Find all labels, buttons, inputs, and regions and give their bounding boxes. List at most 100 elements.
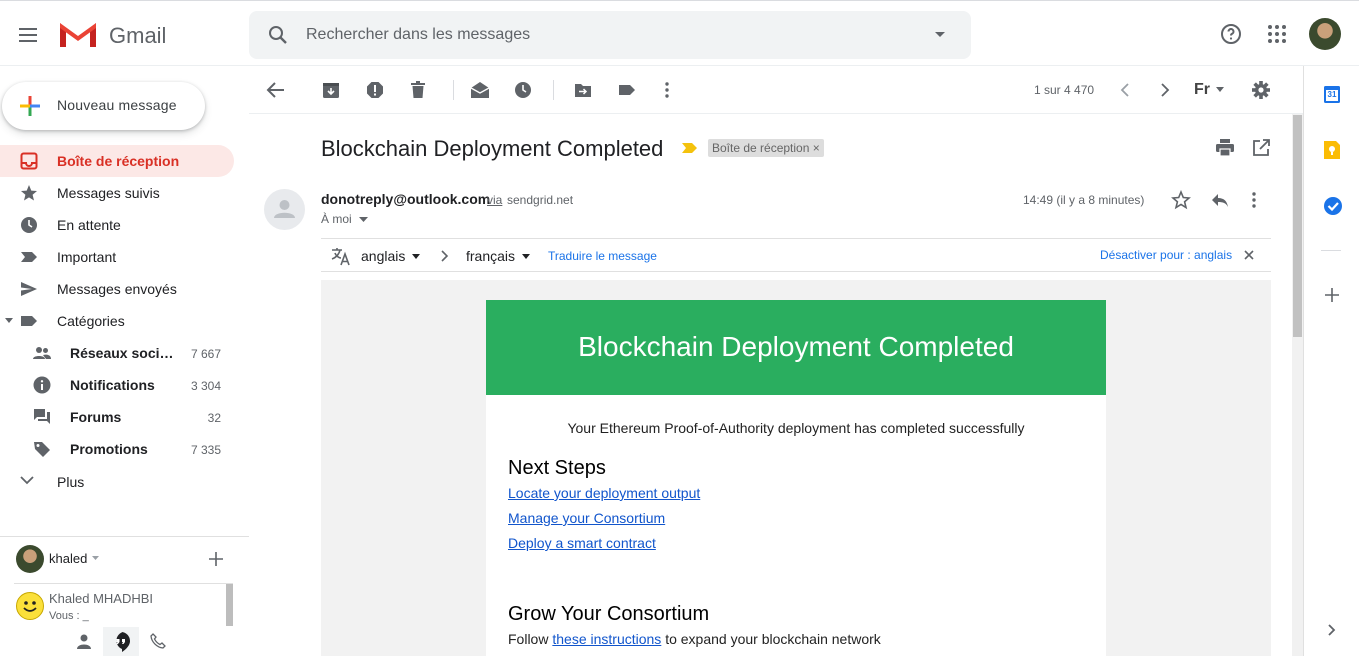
sidebar-item-important[interactable]: Important	[0, 241, 234, 273]
apps-grid-icon[interactable]	[1266, 23, 1288, 45]
caret-down-icon[interactable]	[1216, 87, 1224, 92]
more-vert-icon[interactable]	[664, 78, 670, 102]
recipient-text[interactable]: À moi	[321, 212, 352, 226]
search-options-icon[interactable]	[933, 31, 947, 39]
category-promotions[interactable]: Promotions 7 335	[0, 433, 234, 465]
hangouts-avatar[interactable]	[16, 545, 44, 573]
locate-deployment-link[interactable]: Locate your deployment output	[508, 485, 700, 501]
sender-avatar[interactable]	[264, 189, 305, 230]
category-social[interactable]: Réseaux sociaux 7 667	[0, 337, 234, 369]
source-language[interactable]: anglais	[361, 248, 405, 264]
side-panel-rail: 31	[1303, 66, 1359, 656]
sidebar-item-more[interactable]: Plus	[0, 466, 234, 498]
search-bar[interactable]	[249, 11, 971, 59]
settings-gear-icon[interactable]	[1251, 78, 1271, 102]
target-language[interactable]: français	[466, 248, 515, 264]
snooze-icon[interactable]	[514, 78, 532, 102]
more-vert-icon[interactable]	[1251, 190, 1257, 210]
move-to-icon[interactable]	[574, 78, 592, 102]
phone-icon[interactable]	[150, 633, 166, 649]
caret-down-icon[interactable]	[522, 254, 530, 259]
disable-translation-link[interactable]: Désactiver pour : anglais	[1100, 248, 1232, 262]
calendar-icon[interactable]: 31	[1323, 84, 1341, 104]
sender-email[interactable]: donotreply@outlook.com	[321, 191, 490, 207]
category-notifications[interactable]: Notifications 3 304	[0, 369, 234, 401]
manage-consortium-link[interactable]: Manage your Consortium	[508, 510, 665, 526]
search-input[interactable]	[306, 11, 906, 59]
mark-unread-icon[interactable]	[470, 78, 490, 102]
people-icon	[33, 344, 51, 362]
contact-status: Vous : _	[49, 610, 89, 622]
category-label: Forums	[70, 409, 122, 425]
help-icon[interactable]	[1219, 22, 1243, 46]
compose-label: Nouveau message	[57, 97, 177, 113]
forum-icon	[33, 408, 51, 426]
info-icon	[33, 376, 51, 394]
chevron-right-icon[interactable]	[1158, 78, 1172, 102]
hangouts-username[interactable]: khaled	[49, 551, 87, 566]
person-icon[interactable]	[76, 633, 92, 649]
report-spam-icon[interactable]	[366, 78, 384, 102]
via-link[interactable]: via	[487, 193, 502, 207]
sidebar-item-inbox[interactable]: Boîte de réception	[0, 145, 234, 177]
sidebar-item-label: Important	[57, 249, 117, 265]
category-count: 7 667	[190, 347, 221, 361]
close-icon[interactable]	[1244, 250, 1254, 260]
add-addon-icon[interactable]	[1325, 288, 1339, 302]
contact-scrollbar[interactable]	[226, 584, 233, 626]
caret-down-icon[interactable]	[359, 217, 368, 222]
add-contact-icon[interactable]	[208, 551, 224, 567]
category-forums[interactable]: Forums 32	[0, 401, 234, 433]
main-menu-icon[interactable]	[16, 23, 40, 47]
importance-marker-icon[interactable]	[682, 142, 698, 154]
send-icon	[20, 280, 38, 298]
caret-down-icon[interactable]	[92, 556, 99, 560]
open-new-window-icon[interactable]	[1252, 139, 1270, 157]
translate-bar: anglais français Traduire le message Dés…	[321, 238, 1271, 272]
keep-icon[interactable]	[1323, 140, 1341, 160]
contact-name: Khaled MHADHBI	[49, 591, 154, 606]
grow-consortium-text: Follow these instructions to expand your…	[508, 631, 881, 647]
label-as-icon[interactable]	[618, 78, 636, 102]
clock-icon	[20, 216, 38, 234]
app-name: Gmail	[109, 23, 167, 48]
translate-message-link[interactable]: Traduire le message	[548, 249, 657, 263]
sidebar-item-snoozed[interactable]: En attente	[0, 209, 234, 241]
smiley-avatar-icon	[16, 592, 44, 620]
compose-button[interactable]: Nouveau message	[2, 82, 205, 130]
hangouts-contact[interactable]: Khaled MHADHBI Vous : _	[14, 583, 233, 627]
tasks-icon[interactable]	[1323, 196, 1343, 216]
sidebar-item-starred[interactable]: Messages suivis	[0, 177, 234, 209]
input-tools-button[interactable]: Fr	[1194, 81, 1210, 99]
reply-icon[interactable]	[1210, 190, 1230, 210]
toolbar-divider	[453, 80, 454, 100]
scrollbar-thumb[interactable]	[1293, 115, 1302, 337]
category-count: 7 335	[190, 443, 221, 457]
grow-prefix: Follow	[508, 631, 549, 647]
instructions-link[interactable]: these instructions	[552, 631, 661, 647]
inbox-label-chip[interactable]: Boîte de réception ×	[708, 139, 824, 157]
star-outline-icon[interactable]	[1171, 190, 1191, 210]
caret-down-icon[interactable]	[5, 318, 13, 323]
print-icon[interactable]	[1215, 139, 1235, 157]
banner-title: Blockchain Deployment Completed	[578, 331, 1014, 362]
deploy-contract-link[interactable]: Deploy a smart contract	[508, 535, 656, 551]
back-arrow-icon[interactable]	[266, 78, 286, 102]
hangouts-chat-icon[interactable]	[110, 631, 132, 653]
category-label: Réseaux sociaux	[70, 345, 178, 361]
sidebar-item-sent[interactable]: Messages envoyés	[0, 273, 234, 305]
caret-down-icon[interactable]	[412, 254, 420, 259]
grow-consortium-heading: Grow Your Consortium	[508, 603, 710, 625]
archive-icon[interactable]	[322, 78, 340, 102]
chevron-right-icon[interactable]	[1327, 623, 1337, 637]
message-toolbar: 1 sur 4 470 Fr	[249, 66, 1303, 114]
delete-icon[interactable]	[410, 78, 426, 102]
plus-icon	[18, 94, 42, 118]
sidebar-item-label: Boîte de réception	[57, 153, 180, 169]
search-icon[interactable]	[266, 23, 290, 47]
chevron-left-icon[interactable]	[1118, 78, 1132, 102]
account-avatar[interactable]	[1309, 18, 1341, 50]
gmail-logo-icon[interactable]	[58, 19, 98, 49]
message-timestamp: 14:49 (il y a 8 minutes)	[1023, 193, 1145, 207]
sidebar-item-categories[interactable]: Catégories	[0, 305, 234, 337]
